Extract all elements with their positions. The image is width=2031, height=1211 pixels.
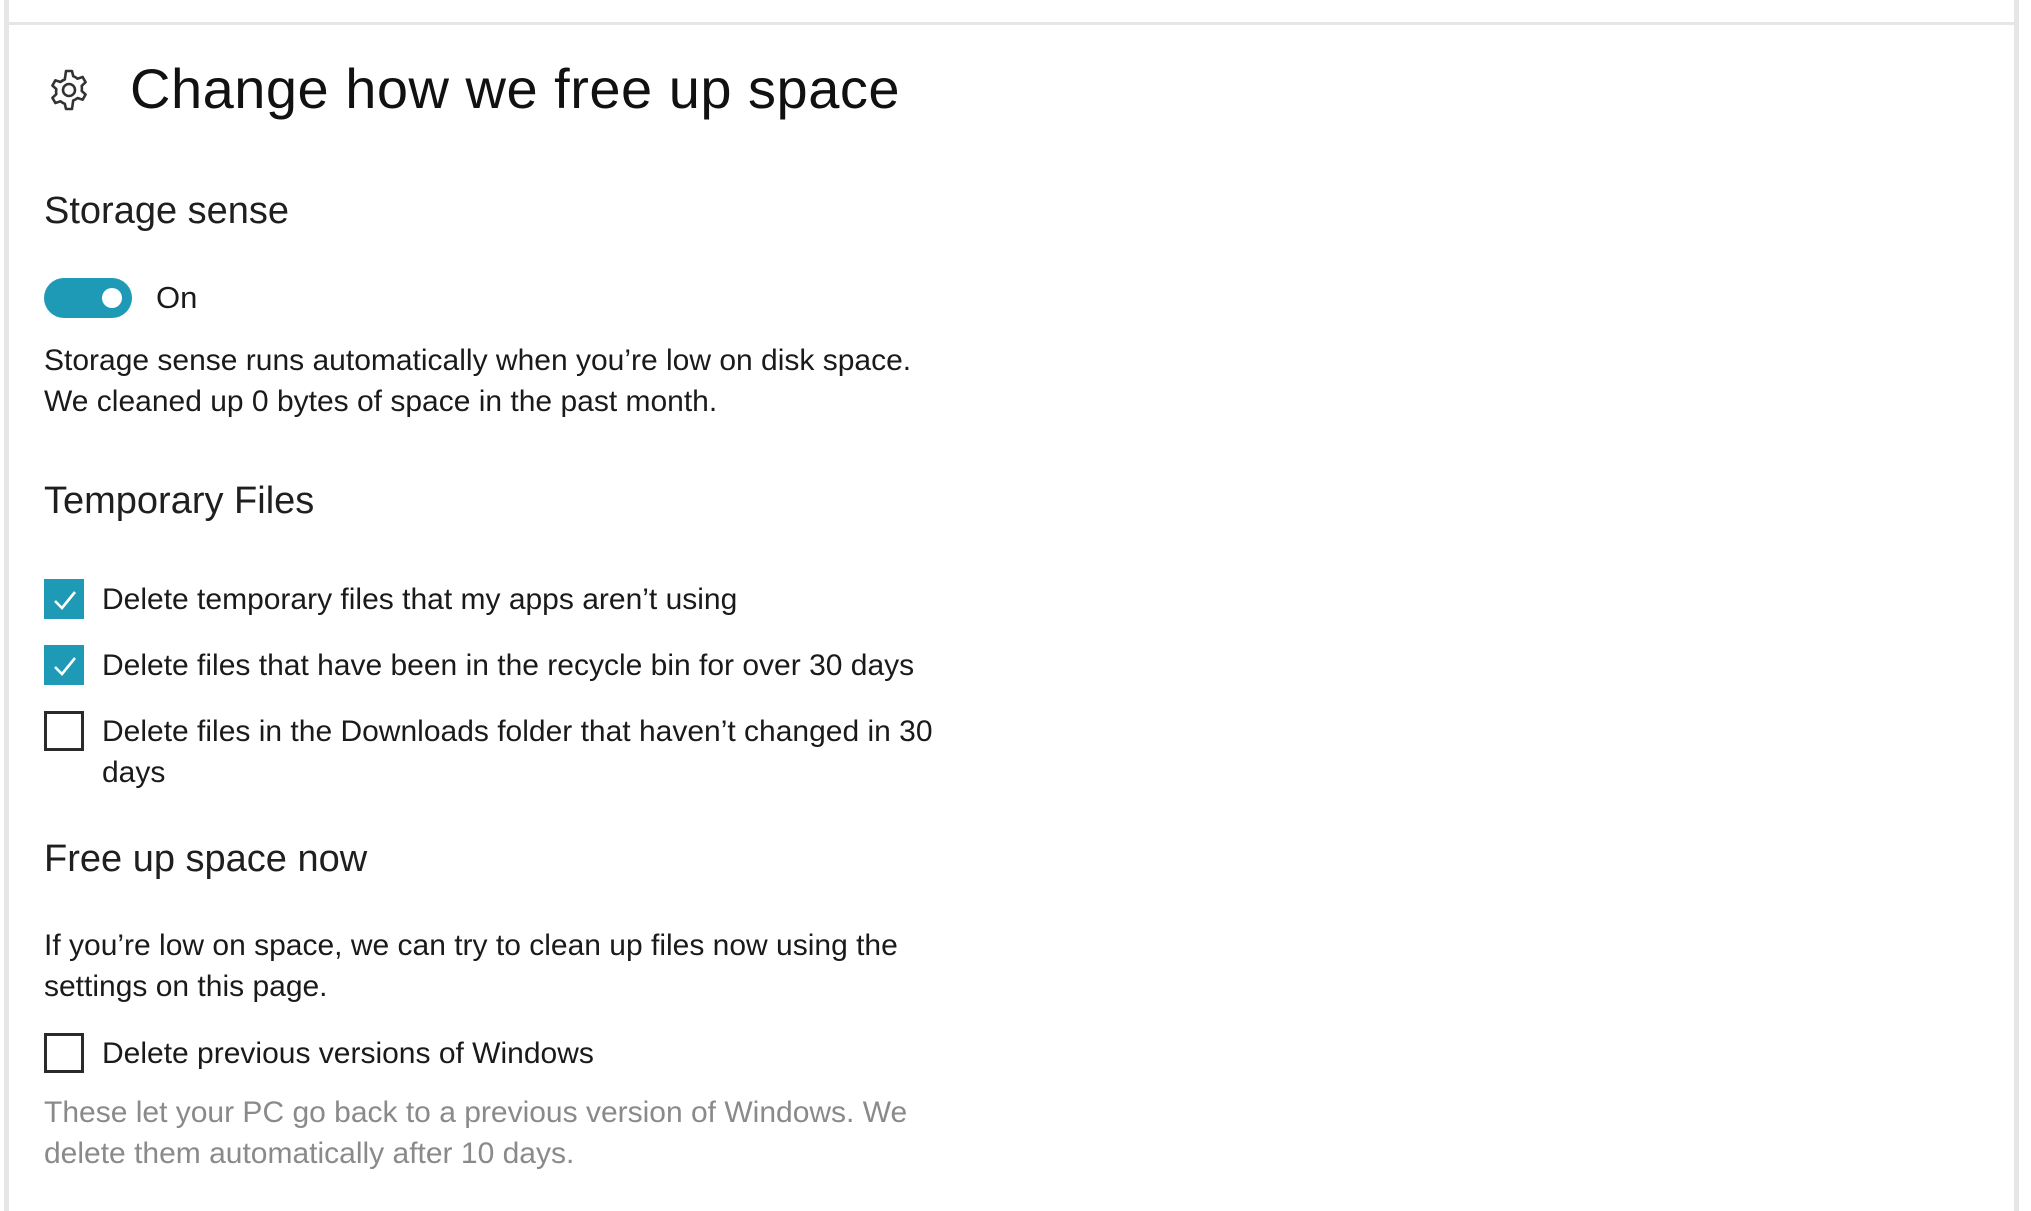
storage-sense-toggle[interactable] xyxy=(44,278,132,318)
checkbox-row-delete-temp-files[interactable]: Delete temporary files that my apps aren… xyxy=(44,579,982,620)
checkbox-delete-recycle-bin[interactable] xyxy=(44,645,84,685)
checkbox-row-delete-downloads[interactable]: Delete files in the Downloads folder tha… xyxy=(44,711,982,793)
storage-sense-description-line2: We cleaned up 0 bytes of space in the pa… xyxy=(44,385,718,418)
previous-windows-note: These let your PC go back to a previous … xyxy=(44,1096,908,1170)
page-title: Change how we free up space xyxy=(130,57,900,120)
free-up-description: If you’re low on space, we can try to cl… xyxy=(44,929,898,1003)
checkbox-label: Delete previous versions of Windows xyxy=(102,1037,594,1070)
storage-sense-description-line1: Storage sense runs automatically when yo… xyxy=(44,344,912,377)
storage-sense-description: Storage sense runs automatically when yo… xyxy=(44,340,944,422)
storage-sense-toggle-row: On xyxy=(44,278,197,318)
section-title-storage-sense: Storage sense xyxy=(44,190,290,232)
checkbox-delete-temp-files[interactable] xyxy=(44,579,84,619)
toggle-knob xyxy=(102,288,122,308)
settings-content: Change how we free up space Storage sens… xyxy=(0,0,2031,1211)
gear-icon xyxy=(51,69,87,111)
checkbox-row-delete-previous-windows[interactable]: Delete previous versions of Windows xyxy=(44,1033,982,1074)
page-header: Change how we free up space xyxy=(44,50,900,130)
checkbox-delete-previous-windows[interactable] xyxy=(44,1033,84,1073)
section-title-free-up-space: Free up space now xyxy=(44,838,368,880)
checkbox-label: Delete files that have been in the recyc… xyxy=(102,649,915,682)
checkbox-label: Delete temporary files that my apps aren… xyxy=(102,583,738,616)
checkmark-icon xyxy=(54,591,77,610)
section-title-temporary-files: Temporary Files xyxy=(44,480,315,522)
checkmark-icon xyxy=(54,657,77,676)
checkbox-row-delete-recycle-bin[interactable]: Delete files that have been in the recyc… xyxy=(44,645,982,686)
checkbox-label: Delete files in the Downloads folder tha… xyxy=(102,715,933,789)
toggle-state-label: On xyxy=(156,280,198,315)
checkbox-delete-downloads[interactable] xyxy=(44,711,84,751)
settings-window: Change how we free up space Storage sens… xyxy=(0,0,2031,1211)
